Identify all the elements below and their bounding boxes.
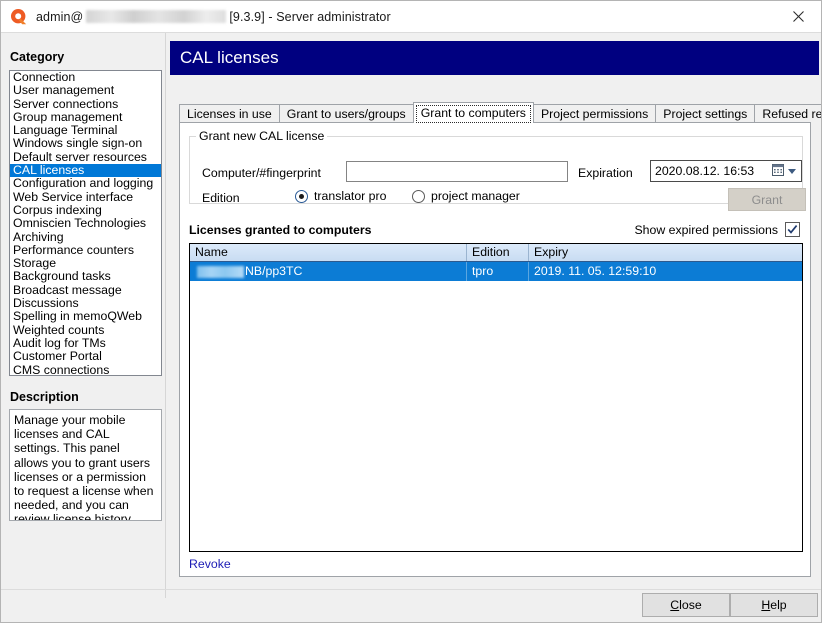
sidebar-item[interactable]: Customer Portal — [10, 350, 161, 363]
sidebar-item[interactable]: Windows single sign-on — [10, 137, 161, 150]
show-expired-permissions-checkbox[interactable]: Show expired permissions — [634, 222, 800, 237]
radio-indicator — [295, 190, 308, 203]
expiration-label: Expiration — [578, 166, 633, 180]
cell-name: NB/pp3TC — [190, 262, 467, 281]
radio-label: project manager — [431, 189, 520, 203]
sidebar-item[interactable]: Performance counters — [10, 244, 161, 257]
expiration-datepicker[interactable]: 2020.08.12. 16:53 — [650, 160, 802, 182]
column-header-edition[interactable]: Edition — [467, 244, 529, 261]
close-mnemonic: C — [670, 598, 679, 612]
computer-fingerprint-label: Computer/#fingerprint — [202, 166, 321, 180]
sidebar-item[interactable]: Audit log for TMs — [10, 337, 161, 350]
sidebar-item[interactable]: Archiving — [10, 231, 161, 244]
tab-label: Licenses in use — [187, 107, 272, 121]
window-title-prefix: admin@ — [36, 10, 83, 24]
title-bar-divider — [1, 32, 821, 33]
sidebar-item[interactable]: Group management — [10, 111, 161, 124]
expiration-value: 2020.08.12. 16:53 — [651, 164, 772, 178]
edition-label: Edition — [202, 191, 240, 205]
radio-translator-pro[interactable]: translator pro — [295, 189, 386, 203]
tab-label: Project settings — [663, 107, 747, 121]
sidebar-item[interactable]: Weighted counts — [10, 324, 161, 337]
memoq-logo-icon — [10, 8, 28, 26]
table-row[interactable]: NB/pp3TC tpro 2019. 11. 05. 12:59:10 — [190, 262, 802, 281]
checkbox-indicator — [785, 222, 800, 237]
show-expired-label: Show expired permissions — [634, 223, 778, 237]
server-administrator-window: admin@ [9.3.9] - Server administrator Cat… — [0, 0, 822, 623]
licenses-granted-table[interactable]: Name Edition Expiry NB/pp3TC tpro 2019. … — [189, 243, 803, 552]
radio-indicator — [412, 190, 425, 203]
tab-label: Grant to users/groups — [287, 107, 406, 121]
category-label: Category — [10, 50, 64, 64]
help-rest: elp — [770, 598, 786, 612]
help-mnemonic: H — [761, 598, 770, 612]
title-bar: admin@ [9.3.9] - Server administrator — [1, 1, 821, 32]
sidebar-item[interactable]: Configuration and logging — [10, 177, 161, 190]
window-title: admin@ [9.3.9] - Server administrator — [36, 10, 391, 24]
cell-edition: tpro — [467, 262, 529, 281]
category-list[interactable]: ConnectionUser managementServer connecti… — [9, 70, 162, 376]
cell-name-text: NB/pp3TC — [245, 262, 302, 281]
window-title-version: [9.3.9] — [229, 10, 264, 24]
tab-strip: Licenses in use Grant to users/groups Gran… — [179, 104, 811, 123]
sidebar-item[interactable]: Corpus indexing — [10, 204, 161, 217]
calendar-icon[interactable] — [772, 164, 784, 179]
sidebar-item[interactable]: Language Terminal — [10, 124, 161, 137]
tab-label: Project permissions — [541, 107, 648, 121]
sidebar-item[interactable]: Omniscien Technologies — [10, 217, 161, 230]
close-icon[interactable] — [775, 1, 821, 31]
licenses-granted-title: Licenses granted to computers — [189, 223, 371, 237]
grant-new-cal-license-group: Grant new CAL license Computer/#fingerpr… — [189, 136, 803, 204]
sidebar-item[interactable]: Default server resources — [10, 151, 161, 164]
sidebar-item[interactable]: Discussions — [10, 297, 161, 310]
sidebar-item[interactable]: Broadcast message — [10, 284, 161, 297]
tab-label: Refused requests — [762, 107, 822, 121]
chevron-down-icon[interactable] — [788, 169, 796, 174]
sidebar-item[interactable]: Spelling in memoQWeb — [10, 310, 161, 323]
sidebar-item[interactable]: CMS connections — [10, 364, 161, 376]
cell-expiry: 2019. 11. 05. 12:59:10 — [529, 262, 802, 281]
page-title: CAL licenses — [170, 41, 819, 75]
window-title-suffix: - Server administrator — [268, 10, 390, 24]
sidebar-item[interactable]: Server connections — [10, 98, 161, 111]
tab[interactable]: Project settings — [655, 104, 755, 123]
tab[interactable]: Project permissions — [533, 104, 656, 123]
sidebar-item[interactable]: CAL licenses — [10, 164, 161, 177]
radio-project-manager[interactable]: project manager — [412, 189, 520, 203]
sidebar-item[interactable]: Storage — [10, 257, 161, 270]
group-title: Grant new CAL license — [196, 129, 327, 143]
sidebar-item[interactable]: User management — [10, 84, 161, 97]
grant-button[interactable]: Grant — [728, 188, 806, 211]
footer-divider — [1, 589, 821, 590]
tab[interactable]: Licenses in use — [179, 104, 280, 123]
tab-page-grant-to-computers: Grant new CAL license Computer/#fingerpr… — [179, 122, 811, 577]
window-title-redacted — [86, 10, 226, 23]
radio-label: translator pro — [314, 189, 386, 203]
description-text: Manage your mobile licenses and CAL sett… — [9, 409, 162, 521]
tab[interactable]: Grant to computers — [413, 102, 534, 123]
cell-name-redacted — [197, 266, 244, 278]
close-rest: lose — [679, 598, 702, 612]
table-header-row: Name Edition Expiry — [190, 244, 802, 262]
tab[interactable]: Grant to users/groups — [279, 104, 414, 123]
sidebar-item[interactable]: Connection — [10, 71, 161, 84]
column-header-name[interactable]: Name — [190, 244, 467, 261]
sidebar-item[interactable]: Background tasks — [10, 270, 161, 283]
column-header-expiry[interactable]: Expiry — [529, 244, 802, 261]
revoke-link[interactable]: Revoke — [189, 557, 231, 571]
help-button[interactable]: Help — [730, 593, 818, 617]
sidebar-item[interactable]: Web Service interface — [10, 191, 161, 204]
computer-fingerprint-input[interactable] — [346, 161, 568, 182]
tab[interactable]: Refused requests — [754, 104, 822, 123]
description-label: Description — [10, 390, 79, 404]
tab-label: Grant to computers — [421, 106, 526, 120]
close-button[interactable]: Close — [642, 593, 730, 617]
